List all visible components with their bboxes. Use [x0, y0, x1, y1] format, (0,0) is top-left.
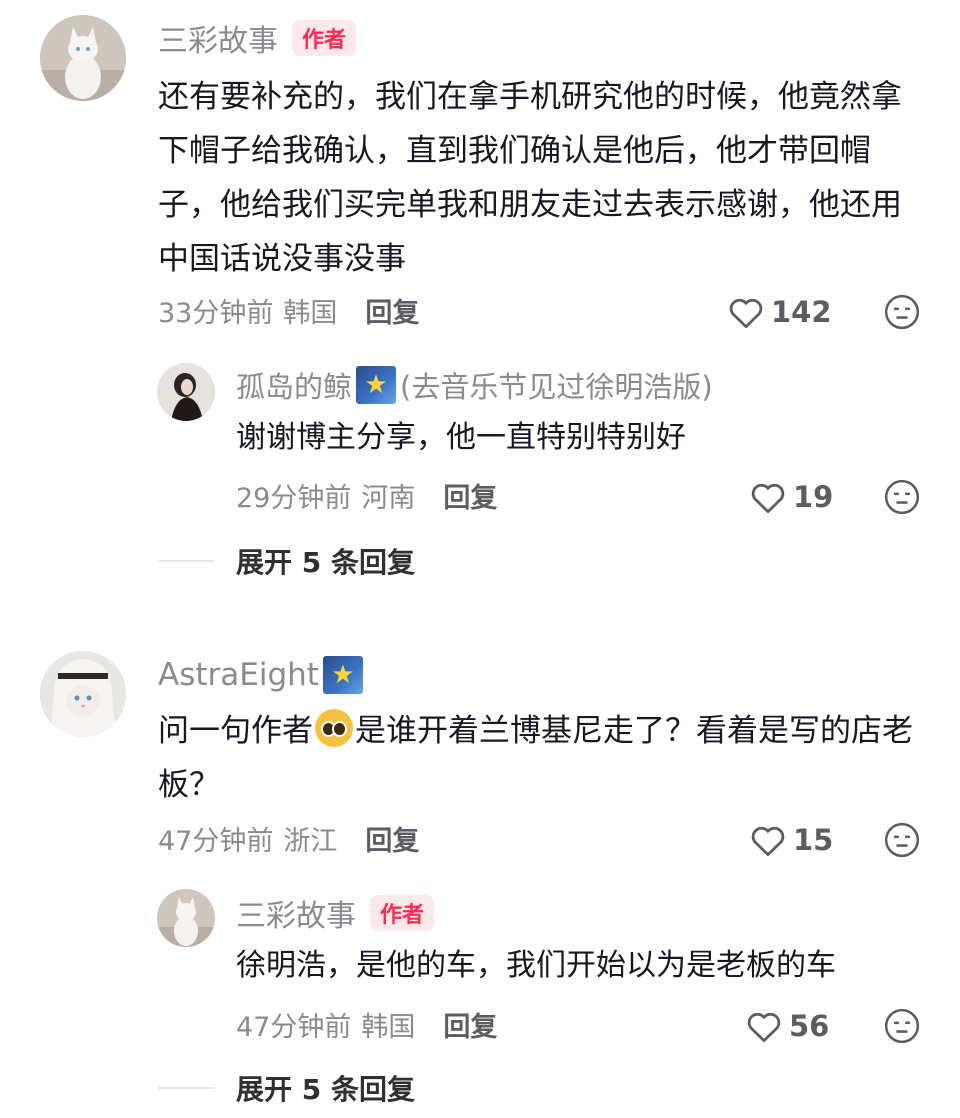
expand-replies-label: 展开 5 条回复 [236, 546, 415, 579]
reply-location: 韩国 [361, 1011, 416, 1043]
username[interactable]: 三彩故事 [236, 891, 356, 935]
reply-button[interactable]: 回复 [443, 476, 497, 515]
white-cat-avatar-image [40, 15, 126, 101]
heart-icon [747, 1012, 781, 1043]
reply-button[interactable]: 回复 [365, 819, 419, 858]
expand-replies-button[interactable]: 展开 5 条回复 [158, 541, 415, 581]
user-tag: (去音乐节见过徐明浩版) [400, 370, 713, 404]
comment-location: 浙江 [283, 825, 338, 857]
username[interactable]: AstraEight [158, 657, 319, 693]
dislike-face-icon[interactable] [883, 821, 921, 859]
author-badge: 作者 [370, 895, 435, 931]
comment-location: 韩国 [283, 297, 338, 329]
username[interactable]: 三彩故事 [158, 16, 278, 60]
dislike-face-icon[interactable] [883, 1007, 921, 1045]
heart-icon [729, 298, 763, 329]
girl-avatar-image [157, 363, 215, 421]
avatar[interactable] [40, 651, 126, 737]
star-badge-icon: ★ [322, 656, 363, 694]
dislike-face-icon[interactable] [883, 478, 921, 516]
comment-text: 还有要补充的，我们在拿手机研究他的时候，他竟然拿下帽子给我确认，直到我们确认是他… [158, 79, 902, 277]
comment-text: 问一句作者 是谁开着兰博基尼走了？看着是写的店老板？ [158, 704, 920, 812]
username[interactable]: 孤岛的鲸 [236, 364, 352, 406]
reply-text: 谢谢博主分享，他一直特别特别好 [236, 420, 686, 455]
like-count: 19 [793, 480, 834, 514]
avatar[interactable] [157, 889, 215, 947]
like-button[interactable]: 19 [749, 477, 833, 517]
reply-text: 徐明浩，是他的车，我们开始以为是老板的车 [236, 948, 836, 983]
divider-line [158, 1087, 214, 1089]
reply-button[interactable]: 回复 [365, 291, 419, 330]
pleading-face-emoji [315, 709, 353, 747]
reply-time: 29分钟前 [236, 482, 352, 514]
divider-line [158, 560, 214, 562]
comment-text-part: 问一句作者 [158, 713, 313, 749]
like-button[interactable]: 15 [749, 820, 833, 860]
comment-time: 47分钟前 [158, 825, 274, 857]
expand-replies-button[interactable]: 展开 5 条回复 [158, 1068, 415, 1108]
reply-button[interactable]: 回复 [443, 1005, 497, 1044]
like-count: 56 [789, 1009, 830, 1043]
author-badge: 作者 [292, 20, 357, 56]
like-button[interactable]: 56 [745, 1006, 829, 1046]
like-count: 142 [771, 295, 832, 329]
white-cat-avatar-image [157, 889, 215, 947]
like-button[interactable]: 142 [727, 292, 832, 332]
like-count: 15 [793, 823, 834, 857]
heart-icon [751, 483, 785, 514]
avatar[interactable] [40, 15, 126, 101]
cat-with-headscarf-avatar-image [40, 651, 126, 737]
reply-location: 河南 [361, 482, 416, 514]
dislike-face-icon[interactable] [883, 293, 921, 331]
expand-replies-label: 展开 5 条回复 [236, 1073, 415, 1106]
avatar[interactable] [157, 363, 215, 421]
comment-time: 33分钟前 [158, 297, 274, 329]
heart-icon [751, 826, 785, 857]
star-badge-icon: ★ [356, 366, 397, 404]
reply-time: 47分钟前 [236, 1011, 352, 1043]
